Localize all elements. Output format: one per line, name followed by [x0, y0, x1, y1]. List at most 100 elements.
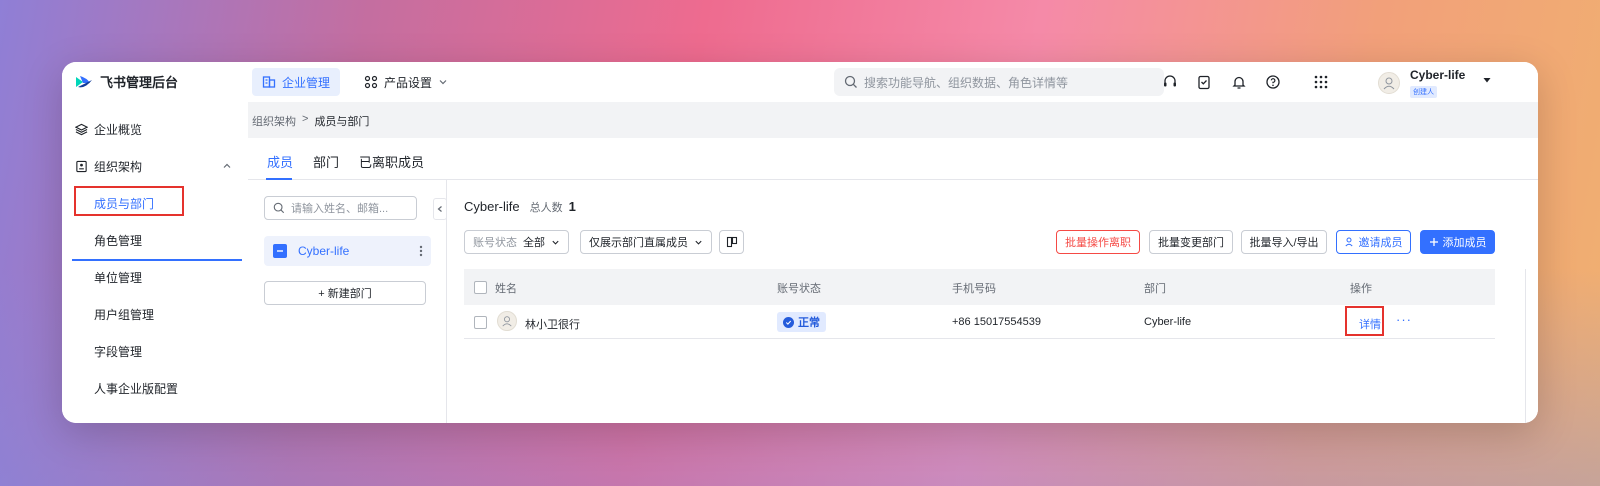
sidebar-item-label: 组织架构 — [94, 159, 143, 174]
product-settings-icon — [364, 75, 378, 89]
batch-resign-button[interactable]: 批量操作离职 — [1056, 230, 1140, 254]
search-placeholder: 搜索功能导航、组织数据、角色详情等 — [864, 75, 1069, 90]
headset-icon[interactable] — [1160, 72, 1180, 92]
column-header-status: 账号状态 — [777, 283, 821, 295]
sidebar: 企业概览 组织架构 成员与部门 角色管理 单位管理 用户组管理 字段管理 人事企… — [62, 102, 248, 423]
member-name[interactable]: 林小卫很行 — [525, 316, 580, 332]
column-header-phone: 手机号码 — [952, 283, 996, 295]
help-icon[interactable] — [1263, 72, 1283, 92]
column-header-actions: 操作 — [1350, 283, 1372, 295]
member-avatar — [497, 311, 517, 331]
tab-bar: 成员 部门 已离职成员 — [248, 138, 1538, 180]
chevron-down-icon — [439, 80, 447, 85]
department-search-placeholder: 请输入姓名、邮箱... — [291, 203, 389, 215]
app-logo[interactable]: 飞书管理后台 — [74, 72, 178, 91]
new-department-button[interactable]: + 新建部门 — [264, 281, 426, 305]
chevron-down-icon — [552, 240, 559, 245]
batch-change-dept-button[interactable]: 批量变更部门 — [1149, 230, 1233, 254]
app-grid-icon[interactable] — [1311, 72, 1331, 92]
member-list: Cyber-life 总人数 1 账号状态 全部 仅展示部门直属成员 批量操作离… — [448, 180, 1538, 423]
sidebar-item-label: 角色管理 — [94, 233, 143, 248]
department-collapse-icon[interactable] — [273, 244, 287, 258]
sidebar-selected-indicator — [72, 259, 242, 261]
user-add-icon — [1344, 237, 1353, 247]
breadcrumb-parent[interactable]: 组织架构 — [252, 113, 296, 129]
todo-clipboard-icon[interactable] — [1194, 72, 1214, 92]
actions-column-divider — [1525, 269, 1526, 423]
department-search-input[interactable]: 请输入姓名、邮箱... — [264, 196, 417, 220]
bell-icon[interactable] — [1229, 72, 1249, 92]
user-menu[interactable]: Cyber-life 创建人 — [1378, 68, 1465, 98]
sidebar-item-label: 字段管理 — [94, 344, 143, 359]
invite-label: 邀请成员 — [1358, 237, 1403, 249]
nav-tab-label: 企业管理 — [282, 75, 331, 90]
caret-down-icon[interactable] — [1482, 75, 1492, 85]
sidebar-item-label: 人事企业版配置 — [94, 381, 179, 396]
chevron-up-icon[interactable] — [222, 161, 232, 171]
table-header: 姓名 账号状态 手机号码 部门 操作 — [464, 269, 1495, 305]
sidebar-item-roles[interactable]: 角色管理 — [62, 225, 248, 255]
total-count: 1 — [568, 199, 576, 214]
avatar — [1378, 72, 1400, 94]
add-member-button[interactable]: 添加成员 — [1420, 230, 1495, 254]
batch-import-export-button[interactable]: 批量导入/导出 — [1241, 230, 1327, 254]
breadcrumb-current: 成员与部门 — [314, 116, 370, 128]
org-book-icon — [74, 159, 88, 173]
sidebar-item-label: 单位管理 — [94, 270, 143, 285]
highlight-box — [74, 186, 184, 216]
search-icon — [844, 75, 857, 88]
sidebar-item-usergroups[interactable]: 用户组管理 — [62, 299, 248, 329]
chevron-left-icon — [437, 206, 442, 212]
sidebar-item-hr-config[interactable]: 人事企业版配置 — [62, 373, 248, 403]
plus-icon — [1429, 238, 1438, 246]
tab-resigned-members[interactable]: 已离职成员 — [359, 152, 424, 171]
members-panel: 成员 部门 已离职成员 请输入姓名、邮箱... Cyber-life + 新建部… — [248, 138, 1538, 423]
feishu-logo-icon — [76, 75, 92, 87]
breadcrumb: 组织架构 > 成员与部门 — [252, 113, 369, 129]
filter-key: 账号状态 — [473, 237, 517, 249]
sidebar-item-org[interactable]: 组织架构 — [62, 151, 248, 181]
user-avatar-icon — [502, 316, 512, 327]
row-checkbox[interactable] — [474, 316, 487, 329]
column-settings-icon — [726, 236, 737, 248]
main-content: 组织架构 > 成员与部门 成员 部门 已离职成员 请输入姓名、邮箱... Cyb… — [248, 102, 1538, 423]
more-vertical-icon[interactable] — [419, 245, 423, 257]
tab-members[interactable]: 成员 — [267, 152, 293, 171]
select-all-checkbox[interactable] — [474, 281, 487, 294]
column-header-department: 部门 — [1144, 283, 1166, 295]
collapse-panel-button[interactable] — [433, 198, 447, 220]
account-status-filter[interactable]: 账号状态 全部 — [464, 230, 569, 254]
chevron-down-icon — [695, 240, 702, 245]
column-header-name: 姓名 — [495, 283, 517, 295]
building-icon — [262, 76, 276, 88]
breadcrumb-separator: > — [302, 113, 309, 125]
highlight-box — [1345, 306, 1384, 336]
user-name: Cyber-life — [1410, 68, 1466, 82]
row-more-button[interactable]: ··· — [1396, 312, 1412, 327]
nav-tab-enterprise[interactable]: 企业管理 — [252, 68, 341, 96]
nav-tab-product[interactable]: 产品设置 — [354, 68, 458, 96]
department-item[interactable]: Cyber-life — [264, 236, 431, 266]
invite-member-button[interactable]: 邀请成员 — [1336, 230, 1411, 254]
sidebar-item-overview[interactable]: 企业概览 — [62, 114, 248, 144]
nav-tab-label: 产品设置 — [384, 75, 433, 90]
filter-value: 仅展示部门直属成员 — [589, 237, 688, 249]
scope-filter[interactable]: 仅展示部门直属成员 — [580, 230, 712, 254]
department-name: Cyber-life — [298, 244, 350, 258]
total-label: 总人数 — [529, 202, 563, 214]
sidebar-item-label: 企业概览 — [94, 122, 143, 137]
tab-departments[interactable]: 部门 — [313, 152, 339, 171]
status-badge: 正常 — [777, 312, 826, 332]
sidebar-item-label: 用户组管理 — [94, 307, 155, 322]
top-bar: 飞书管理后台 企业管理 产品设置 搜索功能导航、组织数据、角色详情等 Cyber… — [62, 62, 1538, 102]
global-search-input[interactable]: 搜索功能导航、组织数据、角色详情等 — [834, 68, 1164, 96]
table-row: 林小卫很行 正常 +86 15017554539 Cyber-life 详情 ·… — [464, 305, 1495, 339]
sidebar-item-units[interactable]: 单位管理 — [62, 262, 248, 292]
column-settings-button[interactable] — [719, 230, 744, 254]
department-tree: 请输入姓名、邮箱... Cyber-life + 新建部门 — [248, 180, 447, 423]
sidebar-item-fields[interactable]: 字段管理 — [62, 336, 248, 366]
user-avatar-icon — [1383, 77, 1395, 90]
member-department: Cyber-life — [1144, 316, 1192, 328]
search-icon — [273, 202, 285, 214]
filter-value: 全部 — [523, 237, 545, 249]
